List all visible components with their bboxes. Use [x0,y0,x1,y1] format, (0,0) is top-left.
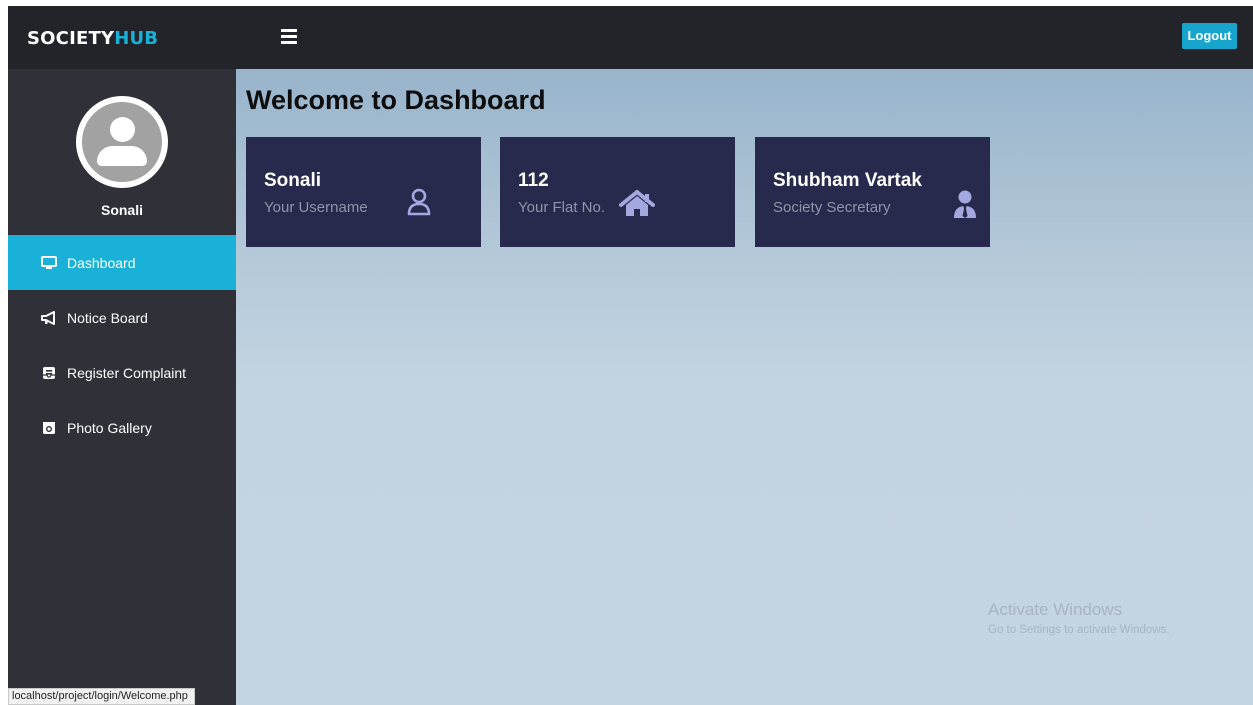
sidebar-item-register-complaint[interactable]: Register Complaint [8,345,236,400]
card-value: Sonali [264,170,322,191]
hamburger-icon[interactable] [281,29,297,44]
society-secretary-card[interactable]: Shubham Vartak Society Secretary [755,137,990,247]
window-frame-left [0,0,8,705]
brand-logo[interactable]: SOCIETYHUB [27,28,158,49]
card-label: Society Secretary [773,199,891,216]
sidebar-item-label: Notice Board [67,309,148,326]
watermark-subtitle: Go to Settings to activate Windows. [988,624,1170,636]
sidebar-item-photo-gallery[interactable]: Photo Gallery [8,400,236,455]
watermark-title: Activate Windows [988,600,1123,619]
camera-icon [41,421,57,435]
flat-number-card[interactable]: 112 Your Flat No. [500,137,735,247]
username-card[interactable]: Sonali Your Username [246,137,481,247]
card-value: 112 [518,170,549,191]
windows-activation-watermark: Activate Windows Go to Settings to activ… [988,600,1170,636]
card-label: Your Username [264,199,368,216]
monitor-icon [41,255,57,270]
browser-status-bar: localhost/project/login/Welcome.php [8,688,195,705]
sidebar: Sonali Dashboard Notice Board Register C… [8,69,236,705]
sidebar-item-notice-board[interactable]: Notice Board [8,290,236,345]
envelope-open-icon [41,366,57,380]
sidebar-menu: Dashboard Notice Board Register Complain… [8,235,236,455]
profile-name: Sonali [100,202,143,218]
sidebar-item-dashboard[interactable]: Dashboard [8,235,236,290]
page-title: Welcome to Dashboard [246,85,546,115]
main-content: Welcome to Dashboard Sonali Your Usernam… [236,69,1253,705]
sidebar-item-label: Register Complaint [67,364,187,381]
brand-hub: HUB [114,28,159,49]
brand-society: SOCIETY [27,28,115,49]
user-avatar-icon [76,96,168,188]
megaphone-icon [41,310,57,325]
sidebar-item-label: Dashboard [67,254,136,271]
card-label: Your Flat No. [518,199,605,216]
sidebar-item-label: Photo Gallery [67,419,152,436]
logout-button[interactable]: Logout [1182,23,1237,49]
user-tie-icon [953,190,977,223]
user-outline-icon [406,188,432,221]
card-value: Shubham Vartak [773,170,922,191]
top-navbar: SOCIETYHUB Logout [8,6,1253,69]
home-icon [619,190,655,222]
